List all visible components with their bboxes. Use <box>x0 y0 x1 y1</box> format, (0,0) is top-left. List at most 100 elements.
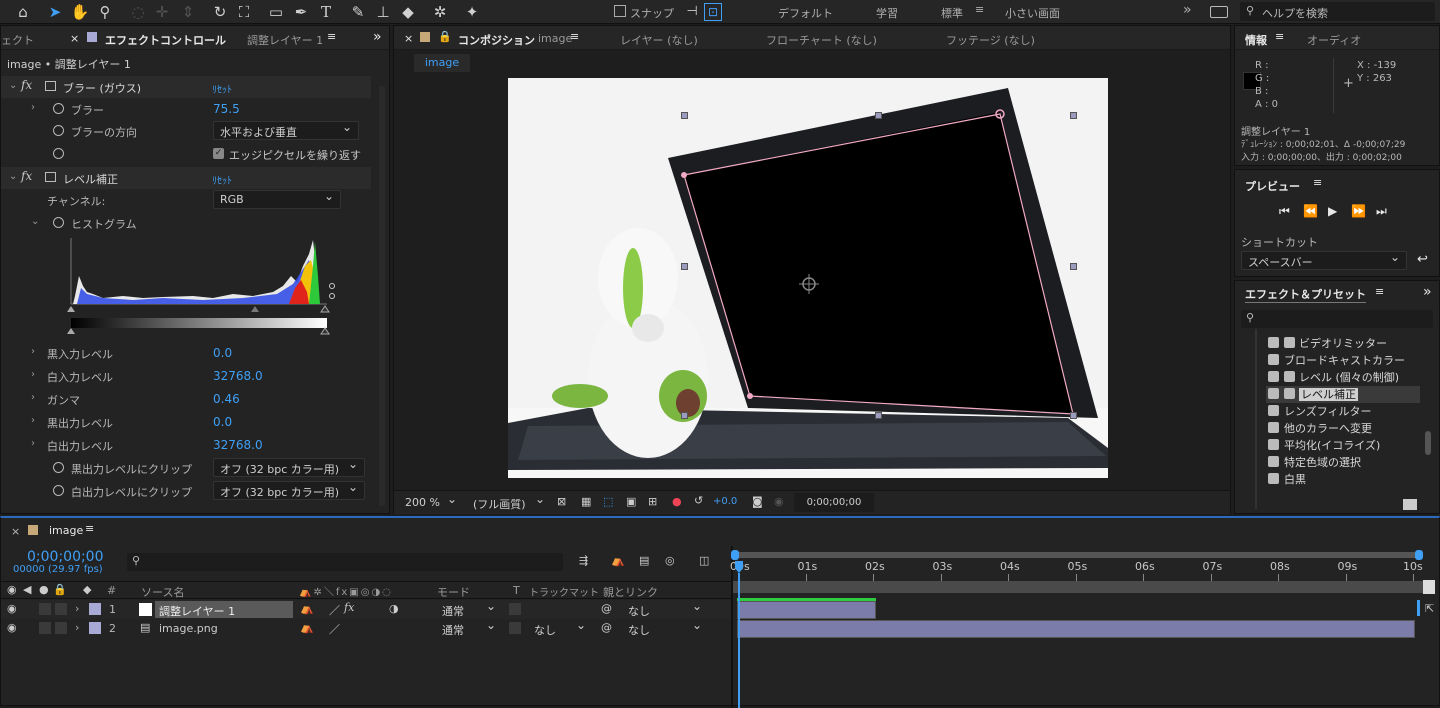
stopwatch-icon[interactable] <box>53 462 64 473</box>
region-of-interest-icon[interactable]: ▣ <box>626 495 636 508</box>
output-black-value[interactable]: 0.0 <box>213 415 232 429</box>
panel-overflow-icon[interactable]: » <box>1423 284 1432 300</box>
preserve-transparency-switch[interactable] <box>509 622 521 634</box>
channel-icon[interactable]: ● <box>672 495 682 508</box>
chevron-right-icon[interactable]: › <box>75 602 79 615</box>
lock-switch[interactable] <box>55 622 67 634</box>
tab-footage[interactable]: フッテージ (なし) <box>946 32 1035 48</box>
levels-effect-header[interactable]: ⌄ fx レベル補正 ﾘｾｯﾄ <box>1 167 371 189</box>
shortcut-dropdown[interactable]: スペースバー <box>1241 250 1407 270</box>
render-queue-icon[interactable] <box>1423 580 1435 594</box>
lock-switch[interactable] <box>55 603 67 615</box>
channel-dropdown[interactable]: RGB <box>213 189 341 209</box>
dolly-camera-icon[interactable]: ⇕ <box>178 2 198 22</box>
solo-icon[interactable]: ● <box>39 583 49 596</box>
effect-list-item[interactable]: レンズフィルター <box>1268 403 1372 420</box>
pick-whip-icon[interactable]: @ <box>601 602 612 615</box>
quality-switch-icon[interactable]: ／ <box>329 621 340 637</box>
anchor-tool-icon[interactable]: ⛶ <box>234 2 254 22</box>
effect-list-item[interactable]: レベル (個々の制御) <box>1268 369 1399 386</box>
resolution-dropdown[interactable]: (フル画質) <box>466 492 552 512</box>
transform-handle[interactable] <box>875 112 882 119</box>
snapshot-icon[interactable]: ◙ <box>752 495 763 508</box>
transform-handle[interactable] <box>681 412 688 419</box>
transform-handle[interactable] <box>1070 263 1077 270</box>
solo-switch[interactable] <box>39 603 51 615</box>
fx-toggle-icon[interactable]: fx <box>21 78 32 92</box>
panel-menu-icon[interactable]: ≡ <box>1275 30 1284 43</box>
layer-bounds-overlay[interactable] <box>508 78 1108 478</box>
video-visibility-icon[interactable]: ◉ <box>7 583 17 596</box>
selection-tool-icon[interactable]: ➤ <box>45 2 65 22</box>
time-navigator[interactable] <box>731 550 1423 560</box>
chevron-right-icon[interactable]: › <box>31 415 35 426</box>
effect-list-item[interactable]: 平均化(イコライズ) <box>1268 437 1380 454</box>
effect-list-item[interactable]: 他のカラーへ変更 <box>1268 420 1372 437</box>
clip-black-dropdown[interactable]: オフ (32 bpc カラー用) <box>213 457 365 477</box>
chevron-right-icon[interactable]: › <box>31 369 35 380</box>
input-white-value[interactable]: 32768.0 <box>213 369 263 383</box>
layer-name[interactable]: image.png <box>159 622 218 635</box>
output-white-value[interactable]: 32768.0 <box>213 438 263 452</box>
quality-switch-icon[interactable]: ／ <box>329 602 340 618</box>
solo-switch[interactable] <box>39 622 51 634</box>
adjustment-switch-icon[interactable]: ◑ <box>389 602 399 615</box>
workspace-learn[interactable]: 学習 <box>876 5 898 21</box>
table-row[interactable]: ◉ › 2 ▤ image.png ⛺ ／ 通常 なし @ なし <box>1 618 731 638</box>
scrollbar[interactable] <box>1425 431 1431 455</box>
eye-icon[interactable]: ◉ <box>7 602 17 615</box>
last-frame-icon[interactable]: ⏭ <box>1376 204 1387 219</box>
reset-exposure-icon[interactable]: ↺ <box>694 494 703 507</box>
table-row[interactable]: ◉ › 1 調整レイヤー 1 ⛺ ／ fx ◑ 通常 @ なし <box>1 599 731 619</box>
shy-layers-icon[interactable]: ⛺ <box>611 554 625 567</box>
source-name-header[interactable]: ソース名 <box>141 584 184 600</box>
panel-menu-icon[interactable]: ≡ <box>327 30 336 43</box>
frame-blending-icon[interactable]: ▤ <box>639 554 649 567</box>
scrollbar[interactable] <box>379 86 385 506</box>
timeline-timecode[interactable]: 0;00;00;00 <box>27 549 104 565</box>
effect-switch-icon[interactable]: fx <box>344 601 354 614</box>
label-icon[interactable]: ◆ <box>83 583 91 596</box>
play-icon[interactable]: ▶ <box>1328 204 1337 218</box>
tab-layer[interactable]: レイヤー (なし) <box>620 32 698 48</box>
gamma-value[interactable]: 0.46 <box>213 392 240 406</box>
effect-list-item[interactable]: 特定色域の選択 <box>1268 454 1361 471</box>
transform-handle[interactable] <box>681 112 688 119</box>
chevron-right-icon[interactable]: › <box>31 438 35 449</box>
workspace-menu-icon[interactable]: ≡ <box>975 3 984 16</box>
chevron-right-icon[interactable]: › <box>75 621 79 634</box>
chevron-right-icon[interactable]: › <box>31 392 35 403</box>
exposure-value[interactable]: +0.0 <box>713 496 737 507</box>
chevron-right-icon[interactable]: › <box>31 346 35 357</box>
screen-mode-icon[interactable] <box>1210 6 1228 18</box>
eraser-tool-icon[interactable]: ◆ <box>398 2 418 22</box>
workspace-standard[interactable]: 標準 <box>941 5 963 21</box>
motion-blur-icon[interactable]: ◎ <box>665 554 675 567</box>
roto-brush-icon[interactable]: ✲ <box>430 2 450 22</box>
show-snapshot-icon[interactable]: ◉ <box>774 495 784 508</box>
hand-tool-icon[interactable]: ✋ <box>70 2 90 22</box>
tab-info[interactable]: 情報 <box>1245 32 1267 48</box>
chevron-down-icon[interactable]: ⌄ <box>31 216 39 227</box>
viewer-timecode[interactable]: 0;00;00;00 <box>794 493 874 512</box>
pan-camera-icon[interactable]: ✛ <box>152 2 172 22</box>
first-frame-icon[interactable]: ⏮ <box>1279 204 1290 219</box>
blurriness-value[interactable]: 75.5 <box>213 102 240 116</box>
layer-name[interactable]: 調整レイヤー 1 <box>155 601 293 618</box>
transparency-grid-icon[interactable]: ▦ <box>581 495 591 508</box>
workspace-overflow-icon[interactable]: » <box>1183 2 1192 18</box>
stopwatch-icon[interactable] <box>53 148 64 159</box>
effect-list-item[interactable]: ビデオリミッター <box>1268 335 1387 352</box>
fast-preview-icon[interactable]: ⊠ <box>557 495 566 508</box>
effect-list-item-selected[interactable]: レベル補正 <box>1266 386 1420 403</box>
rectangle-tool-icon[interactable]: ▭ <box>266 2 286 22</box>
preserve-transparency-switch[interactable] <box>509 603 521 615</box>
type-tool-icon[interactable]: T <box>316 2 336 22</box>
chevron-down-icon[interactable]: ⌄ <box>9 171 17 182</box>
help-search-input[interactable]: ⚲ ヘルプを検索 <box>1240 2 1435 21</box>
tab-composition-name[interactable]: image <box>538 32 572 45</box>
parent-dropdown[interactable]: なし <box>621 599 709 619</box>
close-tab-icon[interactable]: × <box>70 32 79 45</box>
clone-stamp-icon[interactable]: ⊥ <box>373 2 393 22</box>
parent-dropdown[interactable]: なし <box>621 618 709 638</box>
